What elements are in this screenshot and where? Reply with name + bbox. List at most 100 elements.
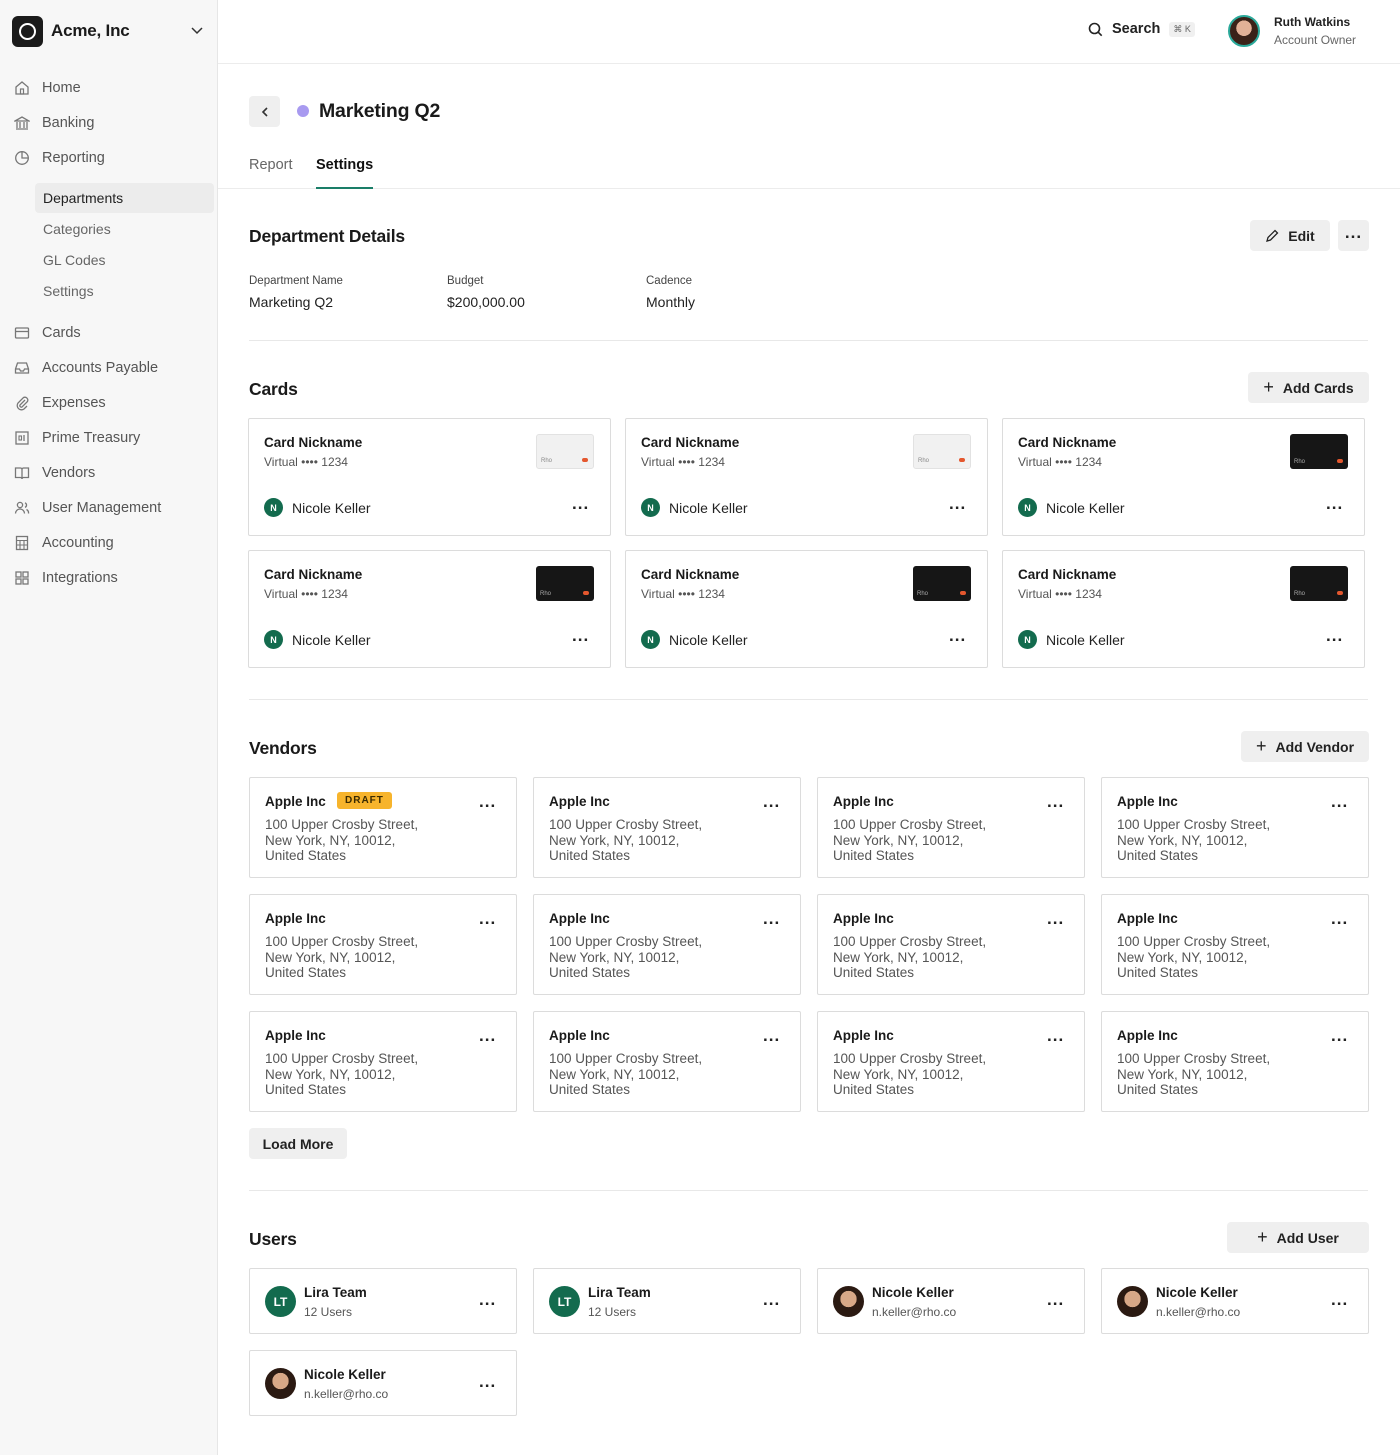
plus-icon: + — [1263, 377, 1274, 397]
org-name: Acme, Inc — [51, 21, 130, 40]
more-horizontal-icon[interactable]: ... — [949, 495, 966, 512]
card-nickname: Card Nickname — [264, 567, 363, 582]
more-options-button[interactable]: ... — [1338, 220, 1369, 251]
vendor-address: 100 Upper Crosby Street, New York, NY, 1… — [1117, 1051, 1271, 1097]
divider — [249, 699, 1368, 700]
nav-item-expenses[interactable]: Expenses — [12, 388, 212, 418]
more-horizontal-icon[interactable]: ... — [1331, 910, 1348, 927]
vendor-tile[interactable]: Apple Inc 100 Upper Crosby Street, New Yo… — [249, 1011, 517, 1112]
sub-item-departments[interactable]: Departments — [35, 183, 214, 213]
search-button[interactable]: Search ⌘ K — [1088, 21, 1195, 37]
vendor-tile[interactable]: Apple Inc 100 Upper Crosby Street, New Yo… — [1101, 777, 1369, 878]
vendor-tile[interactable]: Apple Inc 100 Upper Crosby Street, New Yo… — [533, 894, 801, 995]
nav-item-banking[interactable]: Banking — [12, 108, 212, 138]
user-tile[interactable]: Nicole Keller n.keller@rho.co... — [249, 1350, 517, 1416]
card-number: Virtual •••• 1234 — [264, 587, 348, 601]
owner-name: Nicole Keller — [669, 631, 748, 648]
nav-item-integrations[interactable]: Integrations — [12, 563, 212, 593]
search-icon — [1088, 22, 1103, 37]
vendor-name: Apple Inc — [833, 794, 894, 809]
add-cards-label: Add Cards — [1282, 379, 1354, 396]
vendor-name: Apple Inc — [1117, 794, 1178, 809]
tab-settings[interactable]: Settings — [316, 157, 374, 189]
vendor-tile[interactable]: Apple Inc 100 Upper Crosby Street, New Yo… — [249, 894, 517, 995]
user-subtitle: n.keller@rho.co — [872, 1305, 957, 1319]
more-horizontal-icon[interactable]: ... — [949, 627, 966, 644]
add-user-button[interactable]: + Add User — [1227, 1222, 1369, 1253]
vendor-name: Apple Inc — [265, 794, 326, 809]
nav-label: Cards — [42, 325, 81, 341]
card-nickname: Card Nickname — [1018, 567, 1117, 582]
card-number: Virtual •••• 1234 — [264, 455, 348, 469]
more-horizontal-icon[interactable]: ... — [1047, 1291, 1064, 1308]
more-horizontal-icon[interactable]: ... — [1047, 793, 1064, 810]
more-horizontal-icon[interactable]: ... — [763, 910, 780, 927]
sub-item-settings[interactable]: Settings — [35, 276, 214, 306]
vendor-tile[interactable]: Apple Inc 100 Upper Crosby Street, New Yo… — [1101, 894, 1369, 995]
grid-icon — [12, 569, 32, 587]
card-tile[interactable]: Card Nickname Virtual •••• 1234 Rho N Nicole… — [1002, 418, 1365, 536]
nav-item-accounting[interactable]: Accounting — [12, 528, 212, 558]
nav-label: User Management — [42, 500, 162, 516]
add-cards-button[interactable]: + Add Cards — [1248, 372, 1369, 403]
tab-bar: Report Settings — [218, 150, 1400, 189]
nav-label: Accounts Payable — [42, 360, 159, 376]
more-horizontal-icon[interactable]: ... — [763, 1027, 780, 1044]
user-tile[interactable]: Nicole Keller n.keller@rho.co... — [817, 1268, 1085, 1334]
more-horizontal-icon[interactable]: ... — [1326, 627, 1343, 644]
nav-item-reporting[interactable]: Reporting — [12, 143, 212, 173]
more-horizontal-icon[interactable]: ... — [1331, 1027, 1348, 1044]
more-horizontal-icon[interactable]: ... — [1047, 910, 1064, 927]
more-horizontal-icon[interactable]: ... — [572, 627, 589, 644]
user-tile[interactable]: Nicole Keller n.keller@rho.co... — [1101, 1268, 1369, 1334]
more-horizontal-icon[interactable]: ... — [479, 910, 496, 927]
user-menu[interactable]: Ruth Watkins Account Owner — [1228, 15, 1356, 47]
card-tile[interactable]: Card Nickname Virtual •••• 1234 Rho N Nicole… — [625, 550, 988, 668]
vendor-tile[interactable]: Apple Inc 100 Upper Crosby Street, New Yo… — [817, 894, 1085, 995]
more-horizontal-icon[interactable]: ... — [479, 793, 496, 810]
user-tile[interactable]: LT Lira Team 12 Users... — [249, 1268, 517, 1334]
nav-item-prime-treasury[interactable]: Prime Treasury — [12, 423, 212, 453]
vendor-tile[interactable]: Apple Inc 100 Upper Crosby Street, New Yo… — [817, 1011, 1085, 1112]
add-vendor-button[interactable]: + Add Vendor — [1241, 731, 1369, 762]
card-tile[interactable]: Card Nickname Virtual •••• 1234 Rho N Nicole… — [248, 418, 611, 536]
vendor-tile[interactable]: Apple Inc 100 Upper Crosby Street, New Yo… — [533, 777, 801, 878]
nav-item-accounts-payable[interactable]: Accounts Payable — [12, 353, 212, 383]
card-tile[interactable]: Card Nickname Virtual •••• 1234 Rho N Nicole… — [1002, 550, 1365, 668]
more-horizontal-icon[interactable]: ... — [1331, 793, 1348, 810]
vendor-name: Apple Inc — [1117, 911, 1178, 926]
sub-item-categories[interactable]: Categories — [35, 214, 214, 244]
tab-report[interactable]: Report — [249, 157, 293, 189]
back-button[interactable] — [249, 96, 280, 127]
user-tile[interactable]: LT Lira Team 12 Users... — [533, 1268, 801, 1334]
plus-icon: + — [1257, 1227, 1268, 1247]
edit-button[interactable]: Edit — [1250, 220, 1330, 251]
card-tile[interactable]: Card Nickname Virtual •••• 1234 Rho N Nicole… — [625, 418, 988, 536]
more-horizontal-icon[interactable]: ... — [763, 1291, 780, 1308]
more-horizontal-icon[interactable]: ... — [1047, 1027, 1064, 1044]
load-more-button[interactable]: Load More — [249, 1128, 347, 1159]
nav-item-vendors[interactable]: Vendors — [12, 458, 212, 488]
nav-item-cards[interactable]: Cards — [12, 318, 212, 348]
sub-item-gl-codes[interactable]: GL Codes — [35, 245, 214, 275]
card-tile[interactable]: Card Nickname Virtual •••• 1234 Rho N Nicole… — [248, 550, 611, 668]
more-horizontal-icon[interactable]: ... — [479, 1373, 496, 1390]
home-icon — [12, 79, 32, 97]
vendor-tile[interactable]: Apple Inc 100 Upper Crosby Street, New Yo… — [533, 1011, 801, 1112]
more-horizontal-icon[interactable]: ... — [1326, 495, 1343, 512]
more-horizontal-icon[interactable]: ... — [479, 1027, 496, 1044]
vendor-tile[interactable]: Apple Inc 100 Upper Crosby Street, New Yo… — [817, 777, 1085, 878]
avatar — [265, 1368, 296, 1399]
more-horizontal-icon[interactable]: ... — [572, 495, 589, 512]
vendor-tile[interactable]: Apple Inc 100 Upper Crosby Street, New Yo… — [1101, 1011, 1369, 1112]
avatar — [1117, 1286, 1148, 1317]
org-switcher[interactable]: Acme, Inc — [12, 15, 208, 47]
nav-item-user-management[interactable]: User Management — [12, 493, 212, 523]
vendor-tile[interactable]: Apple Inc DRAFT 100 Upper Crosby Street, N… — [249, 777, 517, 878]
more-horizontal-icon[interactable]: ... — [1331, 1291, 1348, 1308]
nav-item-home[interactable]: Home — [12, 73, 212, 103]
owner-name: Nicole Keller — [1046, 631, 1125, 648]
avatar: N — [264, 630, 283, 649]
more-horizontal-icon[interactable]: ... — [763, 793, 780, 810]
more-horizontal-icon[interactable]: ... — [479, 1291, 496, 1308]
